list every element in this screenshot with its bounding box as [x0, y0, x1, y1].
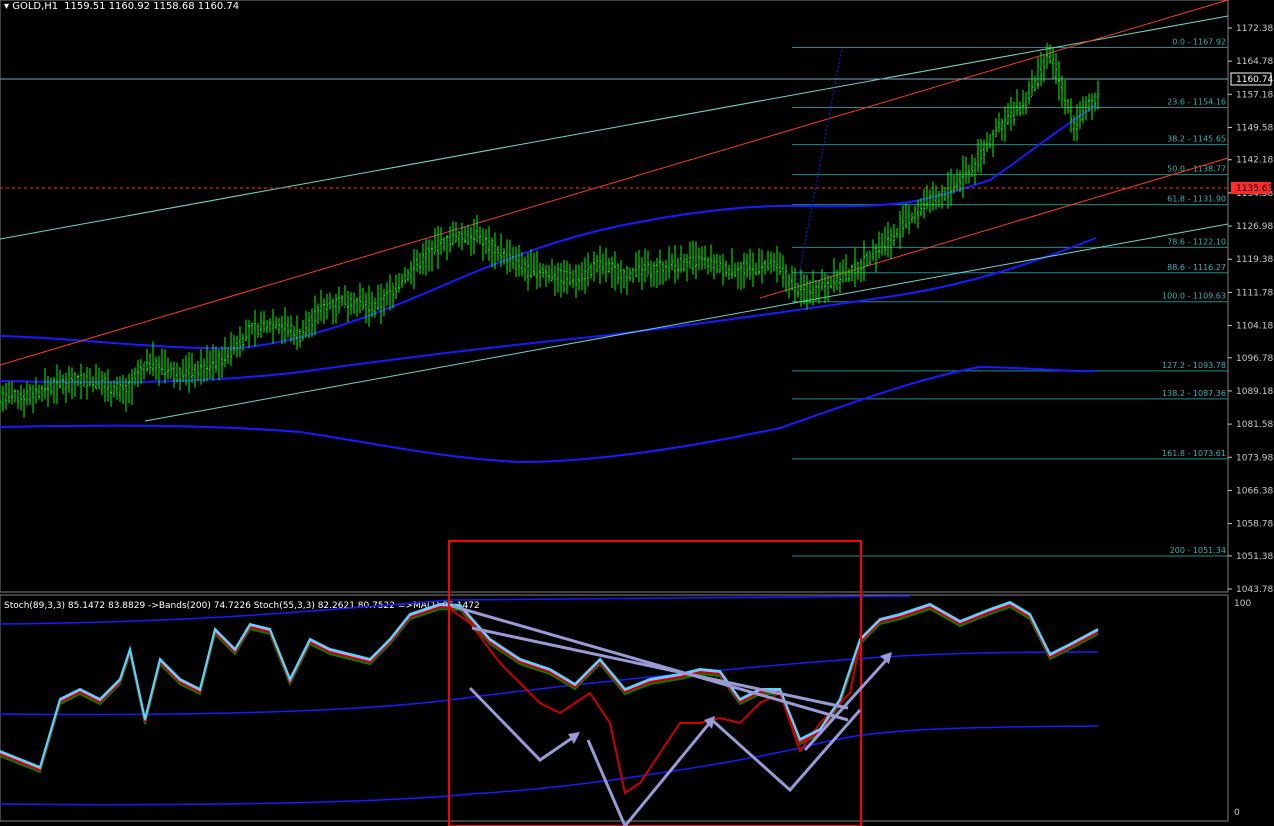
mid-band-line — [0, 237, 1097, 384]
price-bars — [0, 42, 1099, 418]
stoch-main-line — [0, 600, 1099, 769]
fib-level-label: 127.2 - 1093.78 — [1162, 361, 1226, 370]
stoch-ma-line — [0, 601, 1099, 770]
price-panel-frame — [0, 0, 1229, 593]
ohlc-values: 1159.51 1160.92 1158.68 1160.74 — [64, 1, 239, 12]
price-tick-label: 1172.38 — [1236, 24, 1273, 34]
upper-teal-trendline — [0, 15, 1229, 240]
fib-level-label: 138.2 - 1087.36 — [1162, 389, 1226, 398]
fib-level-label: 100.0 - 1109.63 — [1162, 292, 1226, 301]
fib-level-label: 0.0 - 1167.92 — [1172, 37, 1226, 46]
fib-level-label: 200 - 1051.34 — [1170, 546, 1226, 555]
price-tick-label: 1073.98 — [1236, 453, 1273, 463]
price-tick-label: 1089.18 — [1236, 387, 1273, 397]
price-tick-label: 1058.78 — [1236, 520, 1273, 530]
upper-band-line — [0, 104, 1097, 350]
price-tick-label: 1043.78 — [1236, 585, 1273, 595]
price-tick-label: 1081.58 — [1236, 420, 1273, 430]
fib-level-label: 23.6 - 1154.16 — [1167, 97, 1226, 106]
fib-level-label: 78.6 - 1122.10 — [1167, 237, 1226, 246]
stoch-slow-line — [0, 605, 1099, 774]
price-axis: 1172.381164.781157.181149.581142.181134.… — [1228, 24, 1273, 595]
price-tick-label: 1066.38 — [1236, 486, 1273, 496]
fib-anchor-dotted-line — [794, 47, 843, 297]
symbol-label: GOLD,H1 — [12, 1, 58, 12]
chart-canvas: 0.0 - 1167.92 23.6 - 1154.16 38.2 - 1145.6… — [0, 0, 1273, 826]
osc-lower-band — [0, 725, 1099, 806]
marked-price-label: 1135.63 — [1236, 184, 1273, 194]
osc-axis-bottom: 0 — [1234, 808, 1240, 818]
symbol-dropdown-icon[interactable]: ▾ — [4, 1, 12, 12]
price-tick-label: 1126.98 — [1236, 222, 1273, 232]
fib-level-label: 161.8 - 1073.61 — [1162, 449, 1226, 458]
price-tick-label: 1119.38 — [1236, 255, 1273, 265]
price-tick-label: 1104.18 — [1236, 322, 1273, 332]
price-tick-label: 1096.78 — [1236, 354, 1273, 364]
indicator-header: Stoch(89,3,3) 85.1472 83.8829 ->Bands(20… — [4, 601, 480, 611]
price-tick-label: 1051.38 — [1236, 552, 1273, 562]
stochastic-lines — [0, 600, 1099, 795]
current-price-label: 1160.74 — [1236, 75, 1273, 85]
price-tick-label: 1142.18 — [1236, 156, 1273, 166]
fib-level-label: 50.0 - 1138.77 — [1167, 165, 1226, 174]
price-tick-label: 1149.58 — [1236, 123, 1273, 133]
fib-level-label: 88.6 - 1116.27 — [1167, 263, 1226, 272]
osc-axis-top: 100 — [1234, 599, 1251, 609]
oscillator-panel-frame — [0, 594, 1229, 822]
lower-red-trendline — [759, 157, 1229, 299]
symbol-header: ▾ GOLD,H1 1159.51 1160.92 1158.68 1160.74 — [4, 1, 239, 12]
osc-mid-band — [0, 651, 1099, 716]
fib-level-label: 38.2 - 1145.65 — [1167, 135, 1226, 144]
fib-level-label: 61.8 - 1131.90 — [1167, 195, 1226, 204]
price-tick-label: 1111.78 — [1236, 288, 1273, 298]
fibonacci-retracement: 0.0 - 1167.92 23.6 - 1154.16 38.2 - 1145.6… — [792, 37, 1228, 557]
price-tick-label: 1157.18 — [1236, 90, 1273, 100]
analysis-arrows — [451, 604, 892, 826]
lower-teal-trendline — [144, 223, 1229, 422]
price-tick-label: 1164.78 — [1236, 57, 1273, 67]
